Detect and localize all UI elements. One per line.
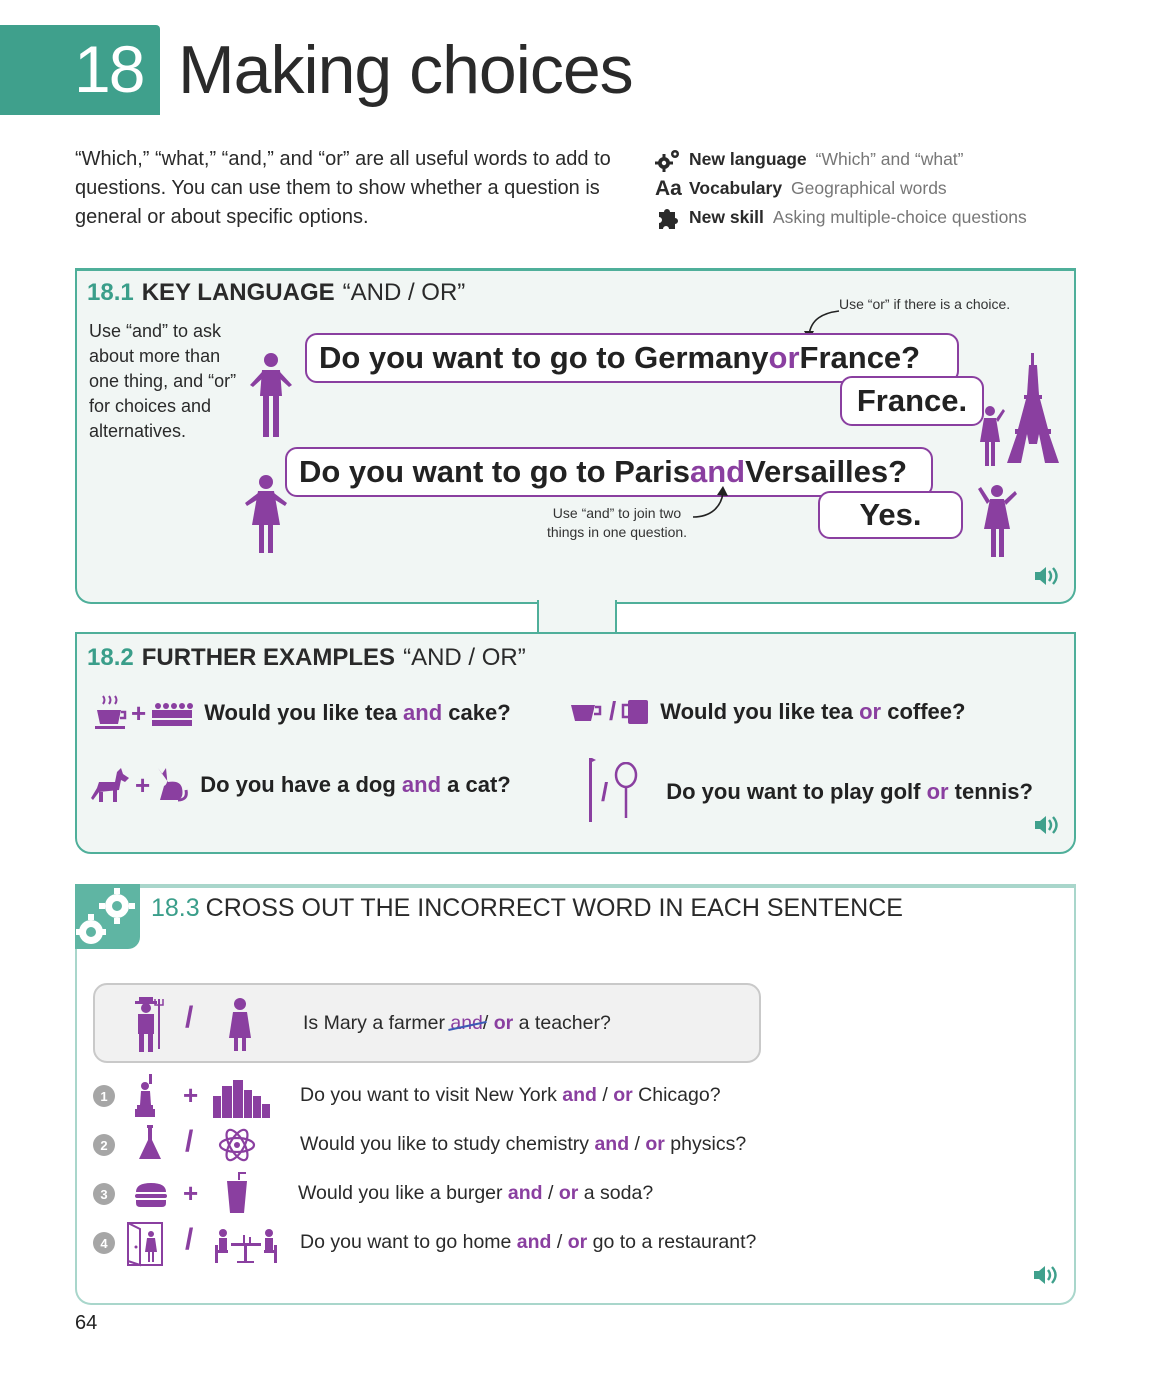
question-text: Do you want to go home and / or go to a … bbox=[300, 1231, 757, 1253]
city-skyline-icon bbox=[213, 1080, 270, 1118]
dog-icon bbox=[91, 768, 129, 802]
and-option[interactable]: and bbox=[517, 1231, 552, 1253]
key-language-panel: 18.1 KEY LANGUAGE “AND / OR” Use “and” to … bbox=[75, 268, 1076, 604]
gears-icon bbox=[76, 888, 135, 944]
section-heading: 18.3 CROSS OUT THE INCORRECT WORD IN EACH… bbox=[151, 894, 903, 922]
answer-bubble-1: France. bbox=[840, 376, 984, 426]
struck-word: and bbox=[450, 1012, 483, 1034]
audio-speaker-icon[interactable] bbox=[1033, 814, 1061, 836]
tennis-racket-icon bbox=[614, 762, 638, 818]
exercise-tab bbox=[75, 884, 140, 949]
atom-icon bbox=[218, 1128, 256, 1162]
statue-of-liberty-icon bbox=[135, 1074, 155, 1117]
meta-new-language: New language “Which” and “what” bbox=[655, 145, 1135, 174]
section-heading: 18.1 KEY LANGUAGE “AND / OR” bbox=[87, 279, 466, 306]
and-option[interactable]: and bbox=[594, 1133, 629, 1155]
example-sentence: Is Mary a farmer and/ or a teacher? bbox=[303, 1012, 611, 1034]
page-number: 64 bbox=[75, 1312, 98, 1334]
question-2: 2 / Would you like to study chemistry an… bbox=[93, 1123, 793, 1167]
gears-icon bbox=[655, 148, 689, 172]
meta-new-skill: New skill Asking multiple-choice questio… bbox=[655, 203, 1135, 232]
chapter-number: 18 bbox=[74, 32, 145, 106]
question-text: Would you like a burger and / or a soda? bbox=[298, 1182, 654, 1204]
question-bubble-2: Do you want to go to Paris and Versaille… bbox=[285, 447, 933, 497]
man-figure-icon bbox=[250, 353, 292, 437]
example-tea-and-cake: + Would you like tea and cake? bbox=[95, 694, 511, 732]
aa-icon: Aa bbox=[655, 176, 682, 200]
side-note: Use “and” to ask about more than one thi… bbox=[89, 321, 237, 441]
teacher-icon bbox=[229, 998, 251, 1051]
panel-connector bbox=[537, 600, 617, 636]
audio-speaker-icon[interactable] bbox=[1032, 1264, 1060, 1286]
child-figure-icon bbox=[980, 406, 1005, 466]
burger-icon bbox=[135, 1183, 167, 1207]
hot-tea-icon bbox=[95, 695, 127, 729]
intro-text: “Which,” “what,” “and,” and “or” are all… bbox=[75, 148, 611, 228]
question-4: 4 / Do you want to go home and / or go t… bbox=[93, 1221, 813, 1267]
restaurant-icon bbox=[215, 1229, 277, 1263]
question-text: Would you like to study chemistry and / … bbox=[300, 1133, 747, 1155]
coffee-mug-icon bbox=[621, 699, 649, 724]
question-text: Do you want to visit New York and / or C… bbox=[300, 1084, 721, 1106]
meta-list: New language “Which” and “what” Aa Vocab… bbox=[655, 145, 1135, 232]
and-option[interactable]: and bbox=[562, 1084, 597, 1106]
woman-cheering-icon bbox=[978, 485, 1017, 557]
arrow-and bbox=[692, 486, 728, 518]
home-door-icon bbox=[127, 1222, 163, 1267]
audio-speaker-icon[interactable] bbox=[1033, 565, 1061, 587]
example-dog-and-cat: + Do you have a dog and a cat? bbox=[89, 766, 511, 804]
note-or: Use “or” if there is a choice. bbox=[839, 296, 1011, 312]
note-and: Use “and” to join two things in one ques… bbox=[546, 505, 688, 540]
golf-club-icon bbox=[589, 758, 596, 822]
answer-bubble-2: Yes. bbox=[818, 491, 963, 539]
or-option[interactable]: or bbox=[613, 1084, 633, 1106]
and-option[interactable]: and bbox=[508, 1182, 543, 1204]
flask-icon bbox=[139, 1125, 161, 1159]
soda-cup-icon bbox=[227, 1172, 247, 1213]
woman-figure-icon bbox=[245, 475, 287, 553]
or-option[interactable]: or bbox=[559, 1182, 579, 1204]
or-option[interactable]: or bbox=[568, 1231, 588, 1253]
worked-example: / Is Mary a farmer and/ or a teacher? bbox=[93, 983, 761, 1063]
meta-vocabulary: Aa Vocabulary Geographical words bbox=[655, 176, 947, 200]
puzzle-icon bbox=[655, 206, 689, 230]
section-heading: 18.2 FURTHER EXAMPLES “AND / OR” bbox=[87, 644, 526, 671]
cat-icon bbox=[158, 768, 188, 802]
page-title: Making choices bbox=[178, 32, 634, 108]
eiffel-tower-icon bbox=[1007, 353, 1059, 463]
farmer-icon bbox=[135, 997, 164, 1052]
question-1: 1 + Do you want to visit New York and / … bbox=[93, 1074, 793, 1118]
cake-icon bbox=[152, 703, 194, 726]
further-examples-panel: 18.2 FURTHER EXAMPLES “AND / OR” + Would y… bbox=[75, 632, 1076, 854]
tea-cup-icon bbox=[571, 704, 602, 721]
question-3: 3 + Would you like a burger and / or a s… bbox=[93, 1172, 793, 1216]
example-golf-or-tennis: / Do you want to play golf or tennis? bbox=[583, 756, 1033, 828]
or-option[interactable]: or bbox=[645, 1133, 665, 1155]
example-tea-or-coffee: / Would you like tea or coffee? bbox=[569, 696, 965, 727]
